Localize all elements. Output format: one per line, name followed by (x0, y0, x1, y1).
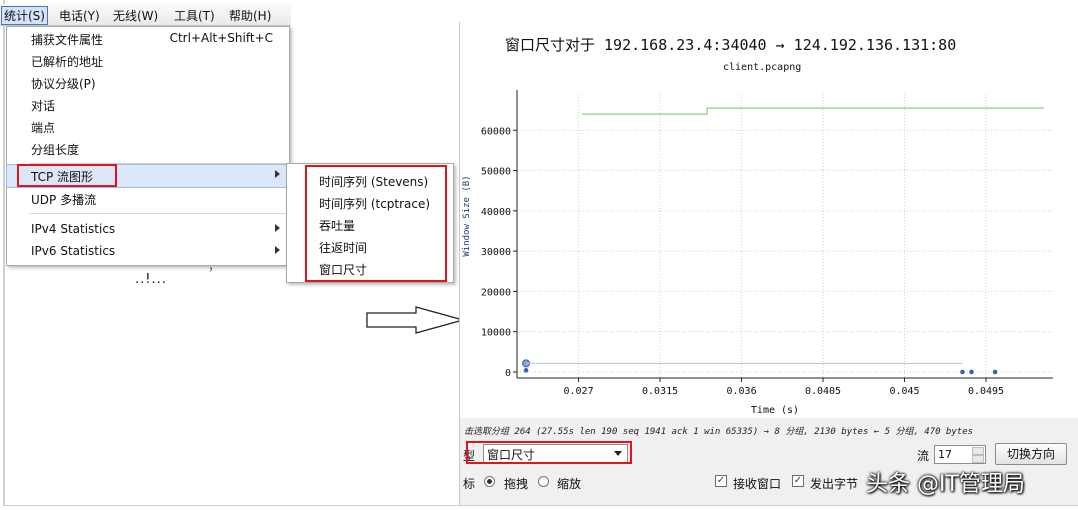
submenu-arrow-icon (275, 170, 280, 178)
menu-item-label: 端点 (31, 121, 56, 135)
stream-value: 17 (938, 448, 952, 461)
highlight-box-tcp-graphs (17, 164, 117, 187)
menu-item-label: IPv4 Statistics (31, 222, 116, 236)
y-tick-label: 0 (505, 368, 511, 379)
menu-statistics[interactable]: 统计(S) (1, 6, 48, 25)
zoom-radio-label: 缩放 (557, 477, 582, 491)
zoom-radio[interactable] (538, 476, 549, 487)
watermark-text: 头条 @IT管理局 (866, 472, 1025, 497)
y-tick-label: 50000 (481, 167, 511, 178)
menu-item-protocol-hierarchy[interactable]: 协议分级(P) (7, 72, 289, 94)
x-tick-label: 0.0495 (968, 386, 1004, 397)
menu-item-shortcut: Ctrl+Alt+Shift+C (169, 31, 273, 45)
menu-item-endpoints[interactable]: 端点 (7, 116, 289, 138)
x-axis-label: Time (s) (751, 405, 799, 416)
mouse-label: 标 (463, 477, 476, 491)
background-fragment-dots: ..!... (135, 272, 167, 287)
statistics-menu: 捕获文件属性 Ctrl+Alt+Shift+C 已解析的地址 协议分级(P) 对… (6, 26, 290, 266)
right-arrow-icon (366, 306, 466, 334)
drag-radio[interactable] (484, 476, 495, 487)
menu-item-udp-multicast[interactable]: UDP 多播流 (7, 188, 289, 210)
screenshot-bottom-border (3, 505, 1078, 506)
menu-item-label: 捕获文件属性 (31, 33, 104, 47)
receive-window-checkbox[interactable]: ✓ (715, 475, 727, 487)
highlight-box-graph-type (466, 441, 632, 464)
submenu-arrow-icon (275, 246, 280, 254)
menu-item-label: UDP 多播流 (31, 193, 97, 207)
receive-window-label: 接收窗口 (733, 477, 782, 491)
highlight-box-submenu (305, 165, 447, 282)
y-tick-label: 30000 (481, 247, 511, 258)
menu-item-label: 对话 (31, 99, 56, 113)
drag-radio-label: 拖拽 (504, 477, 529, 491)
stream-spinbox[interactable]: 17 (934, 445, 986, 464)
menu-separator (29, 213, 287, 214)
menu-item-conversations[interactable]: 对话 (7, 94, 289, 116)
series-receive-window (582, 107, 1044, 115)
bytes-out-point (960, 369, 965, 375)
menu-item-ipv6-statistics[interactable]: IPv6 Statistics (7, 241, 289, 263)
switch-direction-button[interactable]: 切换方向 (995, 443, 1067, 465)
menu-item-label: 分组长度 (31, 143, 80, 157)
spin-up-icon[interactable] (972, 447, 984, 455)
x-tick-label: 0.0405 (805, 386, 841, 397)
x-tick-label: 0.027 (564, 386, 594, 397)
bytes-out-point (523, 368, 529, 373)
bytes-out-checkbox[interactable]: ✓ (792, 475, 804, 487)
window-size-chart[interactable]: 0.027 0.0315 0.036 0.0405 0.045 0.0495 0 10000 2… (460, 22, 1078, 418)
menu-item-label: 协议分级(P) (31, 77, 96, 91)
menu-bar: 统计(S) 电话(Y) 无线(W) 工具(T) 帮助(H) (0, 4, 291, 26)
menu-item-capture-properties[interactable]: 捕获文件属性 Ctrl+Alt+Shift+C (7, 28, 289, 50)
menu-item-label: IPv6 Statistics (31, 244, 116, 258)
spin-down-icon[interactable] (972, 455, 984, 463)
y-tick-label: 60000 (481, 126, 511, 137)
menu-tools[interactable]: 工具(T) (174, 7, 215, 24)
screenshot-left-border (3, 0, 5, 506)
x-tick-label: 0.036 (726, 386, 756, 397)
y-tick-label: 20000 (481, 287, 511, 298)
stream-label: 流 (917, 449, 930, 463)
x-tick-label: 0.045 (889, 386, 919, 397)
bytes-out-point (992, 369, 998, 375)
y-axis-label: Window Size (B) (462, 175, 472, 256)
y-tick-label: 10000 (481, 328, 511, 339)
bytes-out-point (969, 369, 974, 375)
plot-panel: 窗口尺寸对于 192.168.23.4:34040 → 124.192.136.… (460, 22, 1078, 418)
y-tick-label: 40000 (481, 207, 511, 218)
menu-item-label: 已解析的地址 (31, 55, 104, 69)
bytes-out-label: 发出字节 (810, 477, 859, 491)
menu-item-resolved-addresses[interactable]: 已解析的地址 (7, 50, 289, 72)
menu-help[interactable]: 帮助(H) (229, 7, 271, 24)
menu-wireless[interactable]: 无线(W) (113, 7, 158, 24)
x-tick-label: 0.0315 (642, 386, 678, 397)
background-fragment: ， (208, 259, 221, 273)
tcp-graph-window: 窗口尺寸对于 192.168.23.4:34040 → 124.192.136.… (459, 22, 1078, 506)
menu-item-ipv4-statistics[interactable]: IPv4 Statistics (7, 219, 289, 241)
menu-telephony[interactable]: 电话(Y) (59, 7, 100, 24)
status-line: 击选取分组 264 (27.55s len 190 seq 1941 ack 1… (464, 427, 974, 437)
submenu-arrow-icon (275, 224, 280, 232)
menu-item-packet-lengths[interactable]: 分组长度 (7, 138, 289, 160)
